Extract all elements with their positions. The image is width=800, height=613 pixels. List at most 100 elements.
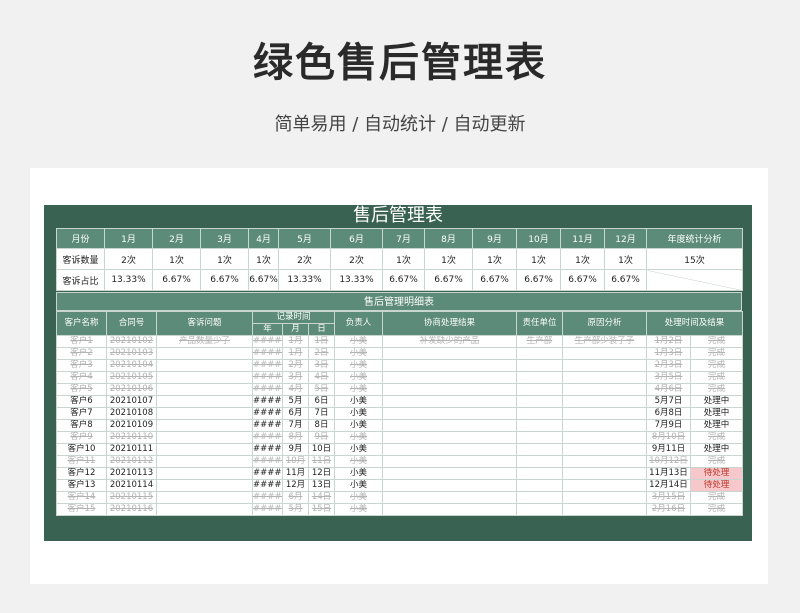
status-cell: 完成: [689, 431, 744, 444]
result-date-cell: 11月13日: [646, 467, 691, 480]
owner-cell: 小美: [334, 455, 383, 468]
stats-count-row: 客诉数量 2次 1次 1次 1次 2次 2次 1次 1次 1次 1次 1次 1次 15次: [56, 248, 743, 270]
issue-cell: [156, 419, 253, 432]
result-date-cell: 6月8日: [646, 407, 691, 420]
stats-ratio-cell: 6.67%: [424, 269, 473, 291]
stats-count-cell: 2次: [330, 248, 383, 270]
contract-cell: 20210112: [106, 455, 157, 468]
stats-header-row: 月份 1月 2月 3月 4月 5月 6月 7月 8月 9月 10月 11月 12月 年度统计分析: [56, 228, 743, 249]
stats-count-cell: 1次: [152, 248, 201, 270]
result-date-cell: 1月3日: [646, 347, 691, 360]
month-cell: 5月: [282, 503, 309, 516]
customer-cell: 客户4: [56, 371, 107, 384]
month-cell: 6月: [282, 491, 309, 504]
negotiation-cell: 补发缺少的产品: [382, 335, 517, 348]
negotiation-cell: [382, 431, 517, 444]
stats-count-cell: 1次: [516, 248, 561, 270]
detail-header-row: 客户名称 合同号 客诉问题 记录时间 负责人 协商处理结果 责任单位 原因分析 …: [56, 311, 744, 336]
year-cell: #####: [252, 359, 283, 372]
month-cell: 8月: [282, 431, 309, 444]
stats-count-cell: 1次: [424, 248, 473, 270]
cause-cell: [562, 431, 647, 444]
cause-cell: [562, 443, 647, 456]
issue-cell: [156, 407, 253, 420]
table-row: 客户720210108 #####6月7日小美 6月8日处理中: [56, 407, 744, 420]
stats-ratio-cell: 6.67%: [472, 269, 517, 291]
stats-diagonal-cell: [646, 269, 743, 291]
stats-count-cell: 1次: [382, 248, 425, 270]
issue-cell: [156, 431, 253, 444]
issue-cell: [156, 359, 253, 372]
negotiation-cell: [382, 467, 517, 480]
cause-cell: [562, 383, 647, 396]
col-result-time: 处理时间及结果: [645, 311, 744, 336]
cause-cell: [562, 347, 647, 360]
customer-cell: 客户2: [56, 347, 107, 360]
month-cell: 9月: [282, 443, 309, 456]
status-cell: 完成: [689, 347, 744, 360]
stats-ratio-cell: 13.33%: [104, 269, 153, 291]
table-row: 客户1220210113 #####11月12日小美 11月13日待处理: [56, 467, 744, 480]
table-row: 客户1020210111 #####9月10日小美 9月11日处理中: [56, 443, 744, 456]
issue-cell: [156, 503, 253, 516]
issue-cell: [156, 371, 253, 384]
stats-count-cell: 2次: [104, 248, 153, 270]
year-cell: #####: [252, 383, 283, 396]
cause-cell: [562, 419, 647, 432]
table-row: 客户1520210116 #####5月15日小美 2月16日完成: [56, 503, 744, 516]
status-cell: 待处理: [689, 467, 744, 480]
stats-ratio-cell: 6.67%: [382, 269, 425, 291]
year-cell: #####: [252, 455, 283, 468]
unit-cell: [516, 479, 563, 492]
contract-cell: 20210106: [106, 383, 157, 396]
unit-cell: [516, 431, 563, 444]
result-date-cell: 1月2日: [646, 335, 691, 348]
owner-cell: 小美: [334, 395, 383, 408]
customer-cell: 客户7: [56, 407, 107, 420]
stats-header-cell: 10月: [516, 228, 561, 249]
stats-header-cell: 1月: [104, 228, 153, 249]
contract-cell: 20210110: [106, 431, 157, 444]
day-cell: 12日: [308, 467, 335, 480]
page-title: 绿色售后管理表: [253, 40, 547, 86]
contract-cell: 20210109: [106, 419, 157, 432]
stats-count-label: 客诉数量: [56, 248, 105, 270]
customer-cell: 客户14: [56, 491, 107, 504]
status-cell: 完成: [689, 491, 744, 504]
year-cell: #####: [252, 467, 283, 480]
cause-cell: [562, 479, 647, 492]
month-cell: 10月: [282, 455, 309, 468]
issue-cell: [156, 395, 253, 408]
year-cell: #####: [252, 503, 283, 516]
customer-cell: 客户1: [56, 335, 107, 348]
table-row: 客户920210110 #####8月9日小美 8月10日完成: [56, 431, 744, 444]
result-date-cell: 10月12日: [646, 455, 691, 468]
negotiation-cell: [382, 443, 517, 456]
cause-cell: 生产部少装了子: [562, 335, 647, 348]
day-cell: 13日: [308, 479, 335, 492]
contract-cell: 20210107: [106, 395, 157, 408]
month-cell: 2月: [282, 359, 309, 372]
contract-cell: 20210114: [106, 479, 157, 492]
owner-cell: 小美: [334, 383, 383, 396]
negotiation-cell: [382, 383, 517, 396]
table-row: 客户1420210115 #####6月14日小美 3月15日完成: [56, 491, 744, 504]
owner-cell: 小美: [334, 467, 383, 480]
status-cell: 完成: [689, 503, 744, 516]
col-customer: 客户名称: [56, 311, 107, 336]
cause-cell: [562, 395, 647, 408]
stats-ratio-cell: 6.67%: [604, 269, 647, 291]
day-cell: 9日: [308, 431, 335, 444]
owner-cell: 小美: [334, 419, 383, 432]
stats-header-cell: 6月: [330, 228, 383, 249]
contract-cell: 20210103: [106, 347, 157, 360]
col-contract: 合同号: [106, 311, 157, 336]
contract-cell: 20210115: [106, 491, 157, 504]
customer-cell: 客户6: [56, 395, 107, 408]
contract-cell: 20210105: [106, 371, 157, 384]
day-cell: 15日: [308, 503, 335, 516]
issue-cell: [156, 491, 253, 504]
day-cell: 1日: [308, 335, 335, 348]
customer-cell: 客户10: [56, 443, 107, 456]
unit-cell: [516, 455, 563, 468]
